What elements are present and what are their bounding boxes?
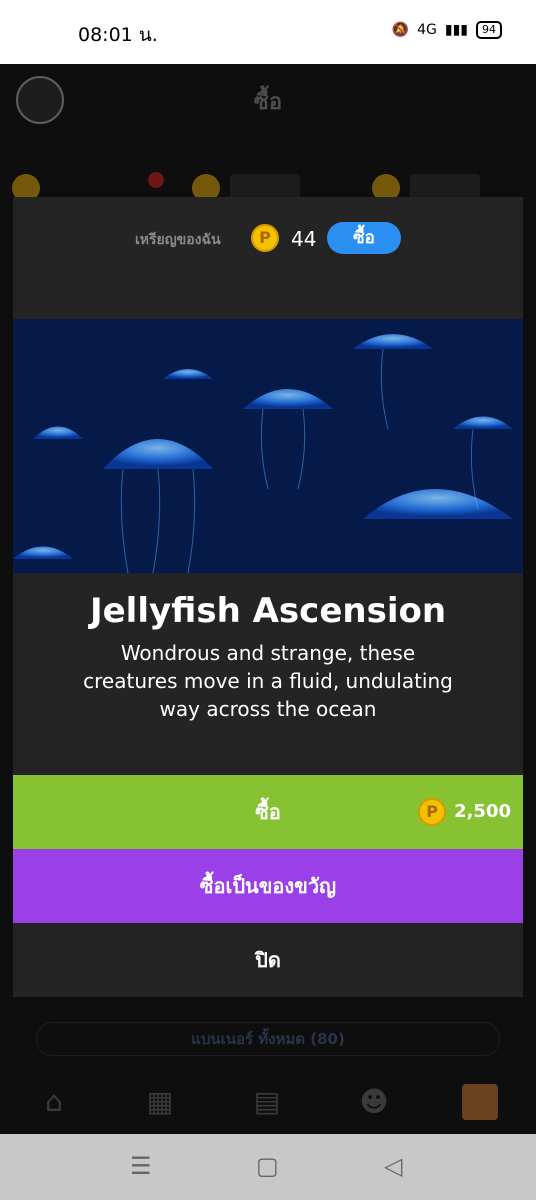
balance-row: เหรียญของฉัน P 44 ซื้อ xyxy=(13,221,523,255)
buy-button-label: ซื้อ xyxy=(255,800,281,824)
jellyfish-illustration xyxy=(13,319,523,573)
battery-icon: 94 xyxy=(476,21,502,39)
price-tag: P 2,500 xyxy=(418,797,511,827)
system-nav-bar: ☰ ▢ ◁ xyxy=(0,1134,536,1200)
coin-icon: P xyxy=(418,798,447,826)
banner-title: Jellyfish Ascension xyxy=(89,591,447,631)
status-bar: 08:01 น. 🔕 4G ▮▮▮ 94 xyxy=(0,0,536,64)
recent-apps-icon[interactable]: ☰ xyxy=(130,1152,152,1180)
mute-icon: 🔕 xyxy=(391,22,410,38)
purchase-modal: เหรียญของฉัน P 44 ซื้อ Jellyfish Ascensi… xyxy=(13,197,523,997)
gift-button[interactable]: ซื้อเป็นของขวัญ xyxy=(13,849,523,923)
back-icon[interactable]: ◁ xyxy=(384,1152,402,1180)
balance-value: 44 xyxy=(291,227,317,251)
home-system-icon[interactable]: ▢ xyxy=(256,1152,279,1180)
price-value: 2,500 xyxy=(454,801,511,822)
network-label: 4G xyxy=(417,22,437,38)
close-button[interactable]: ปิด xyxy=(13,923,523,997)
coin-icon: P xyxy=(251,224,279,252)
banner-preview-image xyxy=(13,319,523,573)
signal-icon: ▮▮▮ xyxy=(444,22,468,38)
balance-label: เหรียญของฉัน xyxy=(135,232,221,248)
buy-button[interactable]: ซื้อ P 2,500 xyxy=(13,775,523,849)
status-time: 08:01 น. xyxy=(78,24,158,46)
banner-description: Wondrous and strange, these creatures mo… xyxy=(83,641,453,721)
buy-coins-button[interactable]: ซื้อ xyxy=(327,222,401,254)
